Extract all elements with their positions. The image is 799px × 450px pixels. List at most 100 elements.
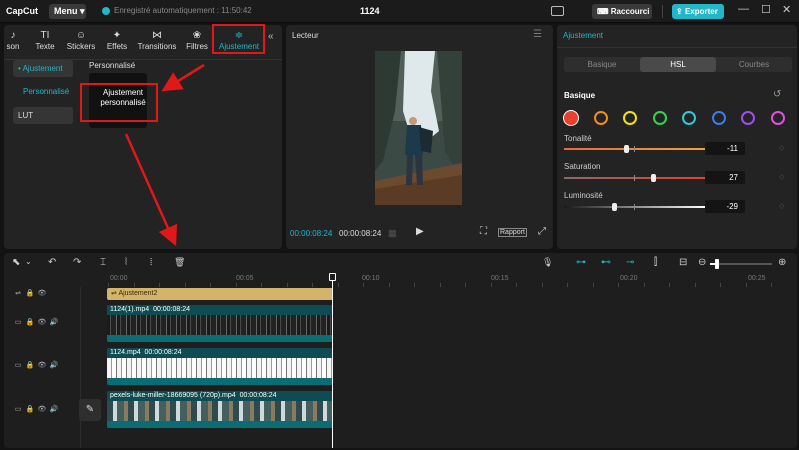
luminance-slider[interactable] — [564, 203, 705, 211]
luminance-value[interactable]: -29 — [705, 200, 745, 213]
edit-cover-icon[interactable]: ✎ — [79, 399, 101, 421]
ruler-label: 00:10 — [362, 275, 380, 282]
caption-icon[interactable]: ⊟ — [679, 257, 687, 268]
timeline-toolbar: ⬉ ⌄ ↶ ↷ ⌶ ⦚ ⦙ 🗑 🎙 ⊶ ⊷ ⊸ ⫿ ⊟ ⊖ ⊕ — [4, 253, 797, 273]
split-right-icon[interactable]: ⦙ — [150, 257, 152, 268]
split-icon[interactable]: ⌶ — [100, 257, 106, 268]
delete-icon[interactable]: 🗑 — [174, 257, 185, 268]
clip-waveform — [107, 378, 333, 385]
ruler-tick — [363, 283, 364, 287]
eye-icon[interactable]: 👁 — [36, 318, 48, 326]
hue-slider[interactable] — [564, 145, 705, 153]
video-preview[interactable] — [375, 51, 462, 205]
chevron-down-icon[interactable]: ⌄ — [25, 257, 32, 266]
time-ruler[interactable]: 00:00 00:05 00:10 00:15 00:20 00:25 — [108, 275, 797, 287]
ruler-tick — [414, 283, 415, 287]
clip-duration: 00:00:08:24 — [144, 349, 182, 356]
zoom-slider-handle[interactable] — [715, 259, 719, 269]
section-basic-title: Basique — [564, 91, 596, 100]
audio-icon[interactable]: 🔊 — [48, 318, 60, 326]
color-swatch[interactable] — [682, 111, 696, 125]
luminance-keyframe-icon[interactable]: ◇ — [779, 202, 784, 210]
color-swatch[interactable] — [711, 111, 726, 125]
color-swatch[interactable] — [564, 111, 578, 125]
ruler-tick — [108, 283, 109, 287]
ruler-label: 00:25 — [748, 275, 766, 282]
adjust-tabs: Basique HSL Courbes — [564, 57, 792, 72]
saturation-slider-handle[interactable] — [650, 174, 656, 182]
color-swatch[interactable] — [623, 111, 637, 125]
fullscreen-icon[interactable]: ⤢ — [538, 226, 546, 237]
audio-icon[interactable]: 🔊 — [48, 405, 60, 413]
split-left-icon[interactable]: ⦚ — [125, 257, 127, 268]
hue-value[interactable]: -11 — [705, 142, 745, 155]
zoom-slider[interactable] — [710, 259, 772, 269]
adjustment-clip-label: Ajustement2 — [118, 290, 158, 297]
video-clip[interactable]: pexels-luke-miller-18669095 (720p).mp4 0… — [107, 391, 333, 428]
ruler-label: 00:05 — [236, 275, 254, 282]
crop-icon[interactable]: ⛶ — [480, 226, 487, 237]
ruler-tick — [643, 283, 645, 287]
playhead[interactable] — [332, 275, 333, 448]
slider-center-tick — [634, 204, 635, 210]
clip-name: 1124.mp4 — [110, 349, 141, 356]
luminance-slider-handle[interactable] — [611, 203, 617, 211]
color-swatch[interactable] — [770, 111, 785, 125]
color-swatch[interactable] — [741, 111, 755, 125]
redo-icon[interactable]: ↷ — [73, 257, 81, 268]
video-track-2-controls: ▭ 🔒 👁 🔊 — [12, 361, 60, 369]
video-clip[interactable]: 1124(1).mp4 00:00:08:24 — [107, 305, 333, 342]
undo-icon[interactable]: ↶ — [48, 257, 56, 268]
play-icon[interactable]: ▶ — [416, 226, 424, 237]
ruler-tick — [490, 283, 492, 287]
color-swatch[interactable] — [652, 111, 667, 125]
link-icon[interactable]: ⊷ — [601, 257, 611, 268]
tab-basic[interactable]: Basique — [564, 57, 640, 72]
ruler-label: 00:15 — [491, 275, 509, 282]
hue-keyframe-icon[interactable]: ◇ — [779, 144, 784, 152]
playhead-handle[interactable] — [329, 273, 336, 281]
zoom-in-icon[interactable]: ⊕ — [778, 257, 786, 268]
ruler-tick — [439, 283, 441, 287]
audio-icon[interactable]: 🔊 — [48, 361, 60, 369]
preview-axis-icon[interactable]: ⊸ — [626, 257, 634, 268]
eye-icon[interactable]: 👁 — [36, 405, 48, 413]
clip-header: pexels-luke-miller-18669095 (720p).mp4 0… — [107, 391, 333, 401]
saturation-keyframe-icon[interactable]: ◇ — [779, 173, 784, 181]
eye-icon[interactable]: 👁 — [36, 289, 48, 297]
ruler-tick — [286, 283, 288, 287]
saturation-slider[interactable] — [564, 174, 705, 182]
track-header-divider — [80, 287, 81, 448]
color-swatch[interactable] — [593, 111, 608, 125]
ruler-label: 00:00 — [110, 275, 128, 282]
clip-thumbnails — [107, 358, 333, 378]
slider-center-tick — [634, 175, 635, 181]
lock-icon[interactable]: 🔒 — [24, 405, 36, 413]
lock-icon[interactable]: 🔒 — [24, 318, 36, 326]
reset-icon[interactable]: ↺ — [773, 89, 781, 100]
video-clip[interactable]: 1124.mp4 00:00:08:24 — [107, 348, 333, 385]
clip-name: 1124(1).mp4 — [110, 306, 150, 313]
luminance-label: Luminosité — [564, 191, 603, 200]
grid-icon[interactable]: ▦ — [388, 228, 397, 239]
saturation-value[interactable]: 27 — [705, 171, 745, 184]
magnet-icon[interactable]: ⊶ — [576, 257, 586, 268]
tab-curves[interactable]: Courbes — [716, 57, 792, 72]
arrow-to-card — [161, 63, 205, 92]
ruler-tick — [337, 283, 339, 287]
lock-icon[interactable]: 🔒 — [24, 361, 36, 369]
lock-icon[interactable]: 🔒 — [24, 289, 36, 297]
video-track-icon: ▭ — [14, 362, 22, 369]
ratio-button[interactable]: Rapport — [498, 228, 527, 237]
player-menu-icon[interactable]: ☰ — [533, 29, 542, 40]
select-tool-icon[interactable]: ⬉ — [12, 257, 20, 268]
ruler-tick — [261, 283, 262, 287]
eye-icon[interactable]: 👁 — [36, 361, 48, 369]
hue-slider-handle[interactable] — [624, 145, 630, 153]
tab-hsl[interactable]: HSL — [640, 57, 716, 72]
align-icon[interactable]: ⫿ — [654, 257, 657, 268]
adjustment-clip[interactable]: ⇌ Ajustement2 — [107, 288, 333, 300]
panel-divider — [557, 47, 797, 48]
microphone-icon[interactable]: 🎙 — [542, 257, 553, 268]
zoom-out-icon[interactable]: ⊖ — [698, 257, 706, 268]
